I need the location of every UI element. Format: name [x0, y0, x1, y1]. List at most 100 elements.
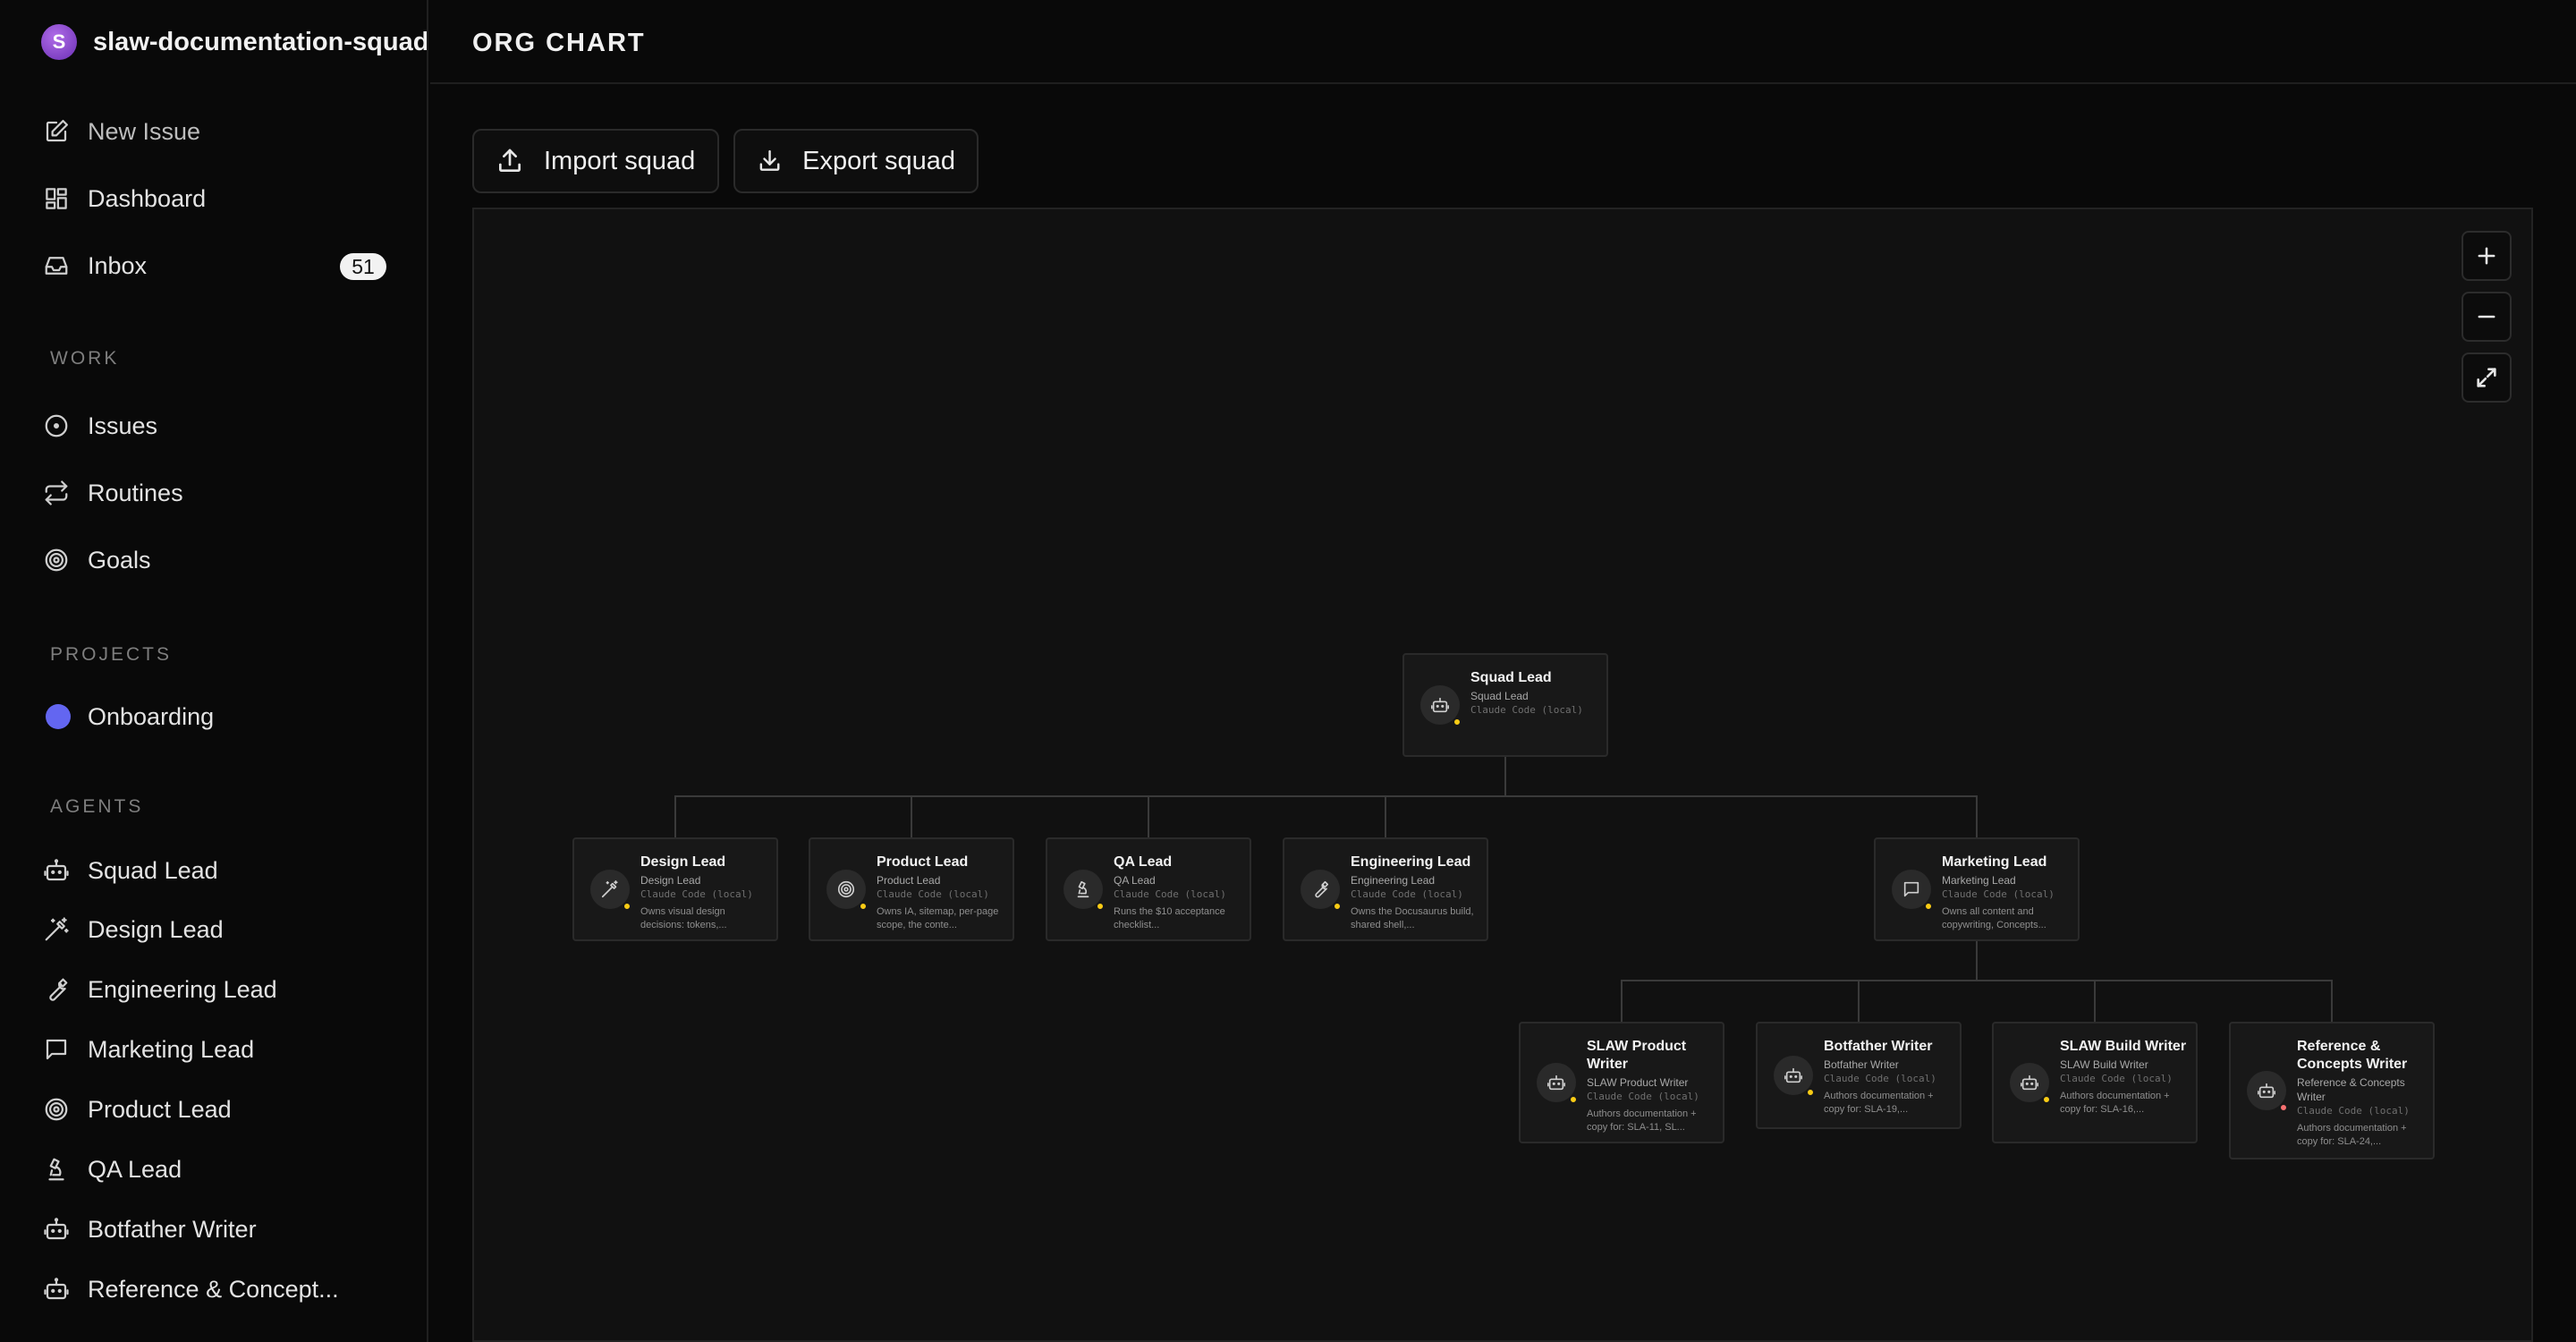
agent-role: SLAW Product Writer — [1587, 1076, 1689, 1089]
agent-adapter: Claude Code (local) — [1824, 1073, 1936, 1084]
org-node-squad-lead[interactable]: Squad Lead Squad Lead Claude Code (local… — [1402, 653, 1608, 757]
sidebar-item-label: Product Lead — [88, 1095, 232, 1123]
company-switcher[interactable]: S slaw-documentation-squad — [41, 23, 428, 61]
agent-adapter: Claude Code (local) — [1114, 888, 1226, 900]
sidebar-agent-reference-writer[interactable]: Reference & Concept... — [41, 1266, 408, 1312]
agent-adapter: Claude Code (local) — [2297, 1105, 2410, 1117]
org-node-qa-lead[interactable]: QA Lead QA Lead Claude Code (local) Runs… — [1046, 837, 1251, 941]
sidebar-agent-engineering-lead[interactable]: Engineering Lead — [41, 966, 408, 1013]
company-name: slaw-documentation-squad — [93, 27, 428, 56]
agent-description: Owns visual design decisions: tokens,... — [640, 906, 727, 930]
org-node-slaw-build-writer[interactable]: SLAW Build Writer SLAW Build Writer Clau… — [1992, 1022, 2198, 1143]
sidebar-item-label: Engineering Lead — [88, 975, 277, 1003]
agent-adapter: Claude Code (local) — [877, 888, 989, 900]
agent-description: Authors documentation + copy for: SLA-11… — [1587, 1108, 1697, 1133]
agent-name: SLAW Product Writer — [1587, 1039, 1687, 1072]
agent-description: Runs the $10 acceptance checklist... — [1114, 906, 1225, 930]
agent-avatar — [1537, 1063, 1578, 1104]
org-node-botfather-writer[interactable]: Botfather Writer Botfather Writer Claude… — [1756, 1022, 1962, 1129]
import-squad-button[interactable]: Import squad — [472, 129, 719, 193]
agent-avatar — [1063, 870, 1105, 911]
plus-icon — [2478, 247, 2496, 265]
message-icon — [41, 1034, 72, 1065]
agent-role: Design Lead — [640, 874, 701, 887]
import-squad-label: Import squad — [544, 146, 696, 175]
app: S slaw-documentation-squad New Issue Das… — [0, 0, 2576, 1342]
bot-icon — [2258, 1083, 2275, 1099]
agent-adapter: Claude Code (local) — [2060, 1073, 2173, 1084]
target-icon — [41, 545, 72, 575]
org-node-reference-concepts-writer[interactable]: Reference & Concepts Writer Reference & … — [2229, 1022, 2435, 1159]
sidebar-item-issues[interactable]: Issues — [41, 403, 408, 449]
sidebar-item-inbox[interactable]: Inbox 51 — [41, 242, 408, 289]
sidebar-item-onboarding[interactable]: Onboarding — [41, 693, 408, 740]
status-dot — [1569, 1095, 1578, 1104]
export-squad-label: Export squad — [802, 146, 955, 175]
org-chart-canvas[interactable]: Squad Lead Squad Lead Claude Code (local… — [472, 208, 2533, 1342]
agent-role: QA Lead — [1114, 874, 1156, 887]
fit-view-button[interactable] — [2462, 352, 2512, 403]
repeat-icon — [41, 478, 72, 508]
agent-avatar — [1420, 685, 1462, 726]
agent-description: Owns IA, sitemap, per-page scope, the co… — [877, 906, 999, 930]
sidebar-agent-squad-lead[interactable]: Squad Lead — [41, 847, 408, 894]
sidebar-item-label: Routines — [88, 479, 183, 506]
agent-name: Reference & Concepts Writer — [2297, 1039, 2408, 1072]
upload-icon — [499, 149, 521, 172]
sidebar-agent-design-lead[interactable]: Design Lead — [41, 906, 408, 953]
agent-adapter: Claude Code (local) — [640, 888, 753, 900]
sidebar-item-goals[interactable]: Goals — [41, 537, 408, 583]
agent-avatar — [1774, 1056, 1815, 1097]
sidebar-agent-product-lead[interactable]: Product Lead — [41, 1086, 408, 1133]
org-connector-lines — [674, 757, 2333, 1022]
wrench-icon — [41, 974, 72, 1005]
agent-role: Squad Lead — [1470, 690, 1529, 702]
agent-name: SLAW Build Writer — [2060, 1039, 2187, 1054]
agent-adapter: Claude Code (local) — [1470, 704, 1583, 716]
project-color-dot — [41, 701, 72, 732]
agent-avatar — [590, 870, 631, 911]
bot-icon — [41, 1274, 72, 1304]
expand-icon — [2477, 368, 2496, 387]
export-squad-button[interactable]: Export squad — [733, 129, 979, 193]
sidebar-item-label: Design Lead — [88, 915, 224, 943]
org-node-design-lead[interactable]: Design Lead Design Lead Claude Code (loc… — [572, 837, 778, 941]
target-icon — [41, 1094, 72, 1125]
agent-avatar — [2247, 1071, 2288, 1112]
agent-role: Product Lead — [877, 874, 941, 887]
agent-role: Botfather Writer — [1824, 1058, 1899, 1071]
inbox-count-badge: 51 — [340, 253, 386, 280]
bot-icon — [1547, 1074, 1565, 1091]
sidebar-item-label: Marketing Lead — [88, 1035, 255, 1063]
new-issue-button[interactable]: New Issue — [41, 108, 408, 155]
download-icon — [759, 149, 780, 171]
status-dot — [2279, 1103, 2288, 1112]
status-dot — [1806, 1088, 1815, 1097]
sidebar-item-label: Squad Lead — [88, 856, 218, 884]
microscope-icon — [41, 1154, 72, 1185]
org-node-product-lead[interactable]: Product Lead Product Lead Claude Code (l… — [809, 837, 1014, 941]
sidebar-agent-marketing-lead[interactable]: Marketing Lead — [41, 1026, 408, 1073]
top-bar: ORG CHART — [430, 0, 2576, 84]
org-node-slaw-product-writer[interactable]: SLAW Product Writer SLAW Product Writer … — [1519, 1022, 1724, 1143]
sidebar-agent-botfather-writer[interactable]: Botfather Writer — [41, 1206, 408, 1253]
bot-icon — [2021, 1074, 2038, 1091]
microscope-icon — [1077, 880, 1089, 898]
sidebar-item-routines[interactable]: Routines — [41, 470, 408, 516]
zoom-out-button[interactable] — [2462, 292, 2512, 342]
section-title-projects: PROJECTS — [50, 644, 173, 665]
bot-icon — [1431, 697, 1449, 713]
org-node-marketing-lead[interactable]: Marketing Lead Marketing Lead Claude Cod… — [1874, 837, 2080, 941]
company-avatar: S — [41, 24, 77, 60]
agent-name: Design Lead — [640, 854, 726, 870]
bot-icon — [41, 855, 72, 886]
org-node-engineering-lead[interactable]: Engineering Lead Engineering Lead Claude… — [1283, 837, 1488, 941]
bot-icon — [41, 1214, 72, 1244]
sidebar-item-label: Botfather Writer — [88, 1215, 257, 1243]
message-icon — [1903, 881, 1919, 897]
sidebar-agent-qa-lead[interactable]: QA Lead — [41, 1146, 408, 1193]
status-dot — [1096, 902, 1105, 911]
agent-description: Authors documentation + copy for: SLA-16… — [2060, 1091, 2170, 1115]
sidebar-item-dashboard[interactable]: Dashboard — [41, 175, 408, 222]
zoom-in-button[interactable] — [2462, 231, 2512, 281]
